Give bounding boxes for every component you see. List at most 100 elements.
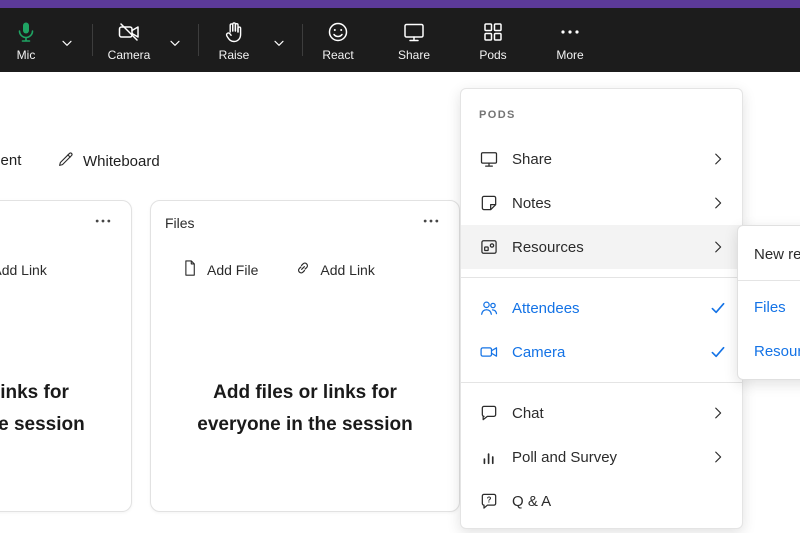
- pod-actions: Add File Add Link: [0, 259, 47, 280]
- camera-options-button[interactable]: [162, 32, 188, 58]
- meeting-app-window: Mic Camera Raise React Share Pods More e…: [0, 0, 800, 533]
- menu-item-qa[interactable]: ? Q & A: [461, 479, 742, 523]
- toolbar-divider: [198, 24, 199, 56]
- left-pod-card: Files Add File: [0, 200, 132, 512]
- chevron-right-icon: [708, 447, 728, 467]
- ellipsis-icon: [421, 211, 441, 236]
- notes-icon: [479, 193, 499, 213]
- raise-options-button[interactable]: [266, 32, 292, 58]
- submenu-item-label: Files: [754, 298, 786, 316]
- pod-options-button[interactable]: [91, 213, 115, 233]
- menu-item-label: Notes: [512, 194, 552, 212]
- menu-item-label: Poll and Survey: [512, 448, 618, 466]
- camera-button[interactable]: Camera: [100, 20, 158, 62]
- toolbar-divider: [302, 24, 303, 56]
- menu-item-share[interactable]: Share: [461, 137, 742, 181]
- add-link-label: Add Link: [320, 261, 375, 278]
- chat-icon: [479, 403, 499, 423]
- chevron-right-icon: [708, 237, 728, 257]
- pods-label: Pods: [479, 48, 507, 62]
- top-purple-bar: [0, 0, 800, 8]
- camera-label: Camera: [107, 48, 151, 62]
- menu-item-label: Q & A: [512, 492, 552, 510]
- link-icon: [294, 259, 312, 280]
- raise-label: Raise: [218, 48, 250, 62]
- menu-item-resources[interactable]: Resources: [461, 225, 742, 269]
- menu-item-label: Chat: [512, 404, 544, 422]
- submenu-item-label: New resource: [754, 245, 800, 263]
- camera-off-icon: [117, 20, 141, 44]
- menu-divider: [461, 382, 742, 383]
- mic-label: Mic: [16, 48, 36, 62]
- ellipsis-icon: [93, 211, 113, 236]
- submenu-item-new-resource[interactable]: New resource: [738, 232, 800, 276]
- menu-divider: [738, 280, 800, 281]
- raise-hand-icon: [222, 20, 246, 44]
- pod-empty-state: Add files or links for everyone in the s…: [151, 377, 459, 441]
- submenu-item-files[interactable]: Files: [738, 285, 800, 329]
- file-icon: [181, 259, 199, 280]
- main-toolbar: Mic Camera Raise React Share Pods More: [0, 8, 800, 72]
- menu-item-camera[interactable]: Camera: [461, 330, 742, 374]
- share-label: Share: [397, 48, 431, 62]
- submenu-item-label: Resources: [754, 342, 800, 360]
- menu-item-notes[interactable]: Notes: [461, 181, 742, 225]
- react-smiley-icon: [326, 20, 350, 44]
- qa-icon: ?: [479, 491, 499, 511]
- tab-whiteboard-label: Whiteboard: [83, 152, 160, 170]
- share-button[interactable]: Share: [388, 20, 440, 62]
- pod-empty-line2: everyone in the session: [197, 414, 413, 435]
- raise-hand-button[interactable]: Raise: [208, 20, 260, 62]
- add-file-button[interactable]: Add File: [181, 259, 258, 280]
- submenu-item-resources[interactable]: Resources: [738, 329, 800, 373]
- camera-icon: [479, 342, 499, 362]
- pods-grid-icon: [481, 20, 505, 44]
- pod-empty-line1: Add files or links for: [0, 382, 69, 403]
- attendees-icon: [479, 298, 499, 318]
- add-link-button[interactable]: Add Link: [294, 259, 375, 280]
- resources-submenu: New resource Files Resources: [737, 225, 800, 380]
- pen-icon: [57, 150, 75, 172]
- chevron-down-icon: [167, 35, 183, 56]
- pod-options-button[interactable]: [419, 213, 443, 233]
- tab-document-label: Document: [0, 152, 22, 169]
- poll-icon: [479, 447, 499, 467]
- menu-item-poll-and-survey[interactable]: Poll and Survey: [461, 435, 742, 479]
- tab-document[interactable]: Document: [0, 152, 21, 169]
- pod-empty-line1: Add files or links for: [213, 382, 397, 403]
- files-pod-card: Files Add File Add Link Add files or lin…: [150, 200, 460, 512]
- mic-button[interactable]: Mic: [6, 20, 46, 62]
- chevron-down-icon: [271, 35, 287, 56]
- svg-text:?: ?: [487, 496, 492, 505]
- resources-icon: [479, 237, 499, 257]
- chevron-down-icon: [59, 35, 75, 56]
- tab-whiteboard[interactable]: Whiteboard: [57, 150, 160, 172]
- pods-menu-header: PODS: [479, 109, 516, 121]
- more-button[interactable]: More: [544, 20, 596, 62]
- pods-dropdown-menu: PODS Share Notes Resources Attendees Cam…: [460, 88, 743, 529]
- menu-item-attendees[interactable]: Attendees: [461, 286, 742, 330]
- react-button[interactable]: React: [312, 20, 364, 62]
- share-screen-icon: [479, 149, 499, 169]
- mic-options-button[interactable]: [54, 32, 80, 58]
- menu-item-label: Share: [512, 150, 553, 168]
- more-ellipsis-icon: [558, 20, 582, 44]
- menu-divider: [461, 277, 742, 278]
- menu-item-chat[interactable]: Chat: [461, 391, 742, 435]
- pod-actions: Add File Add Link: [181, 259, 375, 280]
- menu-item-label: Camera: [512, 343, 566, 361]
- add-link-button[interactable]: Add Link: [0, 259, 47, 280]
- chevron-right-icon: [708, 193, 728, 213]
- chevron-right-icon: [708, 403, 728, 423]
- checkmark-icon: [708, 298, 728, 318]
- add-file-label: Add File: [207, 261, 259, 278]
- chevron-right-icon: [708, 149, 728, 169]
- more-label: More: [556, 48, 584, 62]
- mic-icon: [14, 20, 38, 44]
- pod-empty-line2: everyone in the session: [0, 414, 85, 435]
- menu-item-label: Attendees: [512, 299, 580, 317]
- add-link-label: Add Link: [0, 261, 47, 278]
- menu-item-label: Resources: [512, 238, 584, 256]
- pods-button[interactable]: Pods: [467, 20, 519, 62]
- share-screen-icon: [402, 20, 426, 44]
